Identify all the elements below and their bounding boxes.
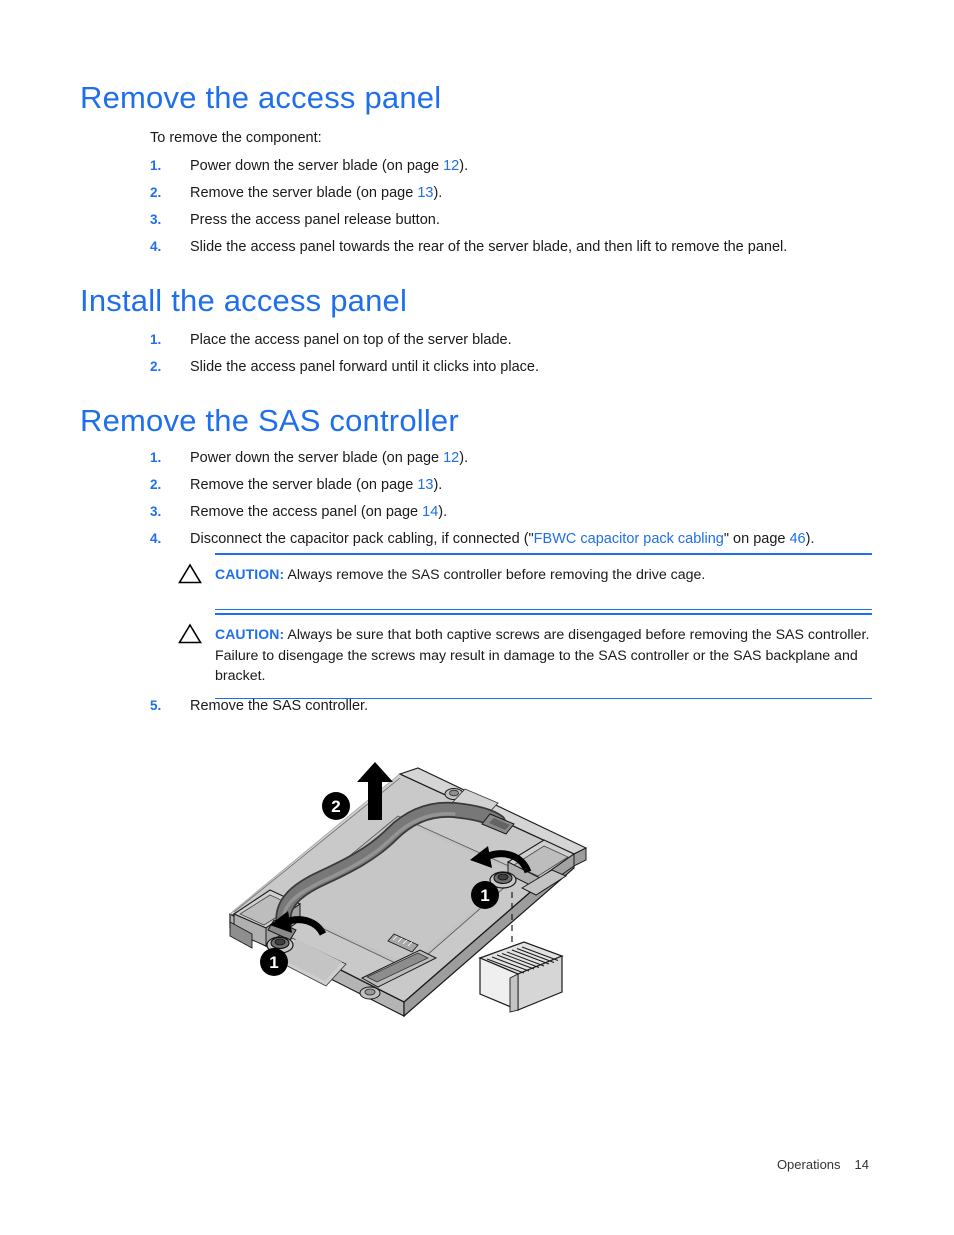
steps-remove-sas-controller: 1. Power down the server blade (on page …: [150, 448, 890, 556]
step-number: 1.: [150, 450, 162, 465]
svg-text:1: 1: [269, 953, 278, 972]
step-number: 4.: [150, 531, 162, 546]
page-title-remove-sas-controller: Remove the SAS controller: [80, 403, 459, 438]
page-reference-link[interactable]: 13: [417, 477, 433, 493]
caution-body: Always remove the SAS controller before …: [287, 567, 706, 583]
step-text-post: ).: [459, 158, 469, 174]
steps-remove-access-panel: 1. Power down the server blade (on page …: [150, 156, 890, 264]
footer-page-number: 14: [854, 1157, 869, 1172]
caution-box-1: CAUTION: Always remove the SAS controlle…: [178, 553, 872, 610]
step-text: Disconnect the capacitor pack cabling, i…: [190, 529, 890, 549]
step-text: Slide the access panel forward until it …: [190, 359, 539, 375]
step-text-pre: Remove the server blade (on page: [190, 477, 418, 493]
svg-text:2: 2: [331, 797, 340, 816]
warning-triangle-icon: [178, 563, 202, 584]
step-text-pre: Power down the server blade (on page: [190, 450, 444, 466]
step-text-post: ).: [433, 477, 443, 493]
step-text-post: ).: [459, 450, 469, 466]
caution-label: CAUTION:: [215, 566, 285, 582]
page-footer: Operations 14: [0, 1157, 954, 1172]
step-number: 2.: [150, 359, 162, 374]
step-number: 2.: [150, 185, 162, 200]
warning-triangle-icon: [178, 623, 202, 644]
caution-body: Always be sure that both captive screws …: [215, 627, 870, 684]
steps-install-access-panel: 1. Place the access panel on top of the …: [150, 330, 890, 384]
step-text-post: " on page: [723, 531, 790, 547]
step-text-pre: Remove the access panel (on page: [190, 504, 423, 520]
step-text: Remove the SAS controller.: [190, 698, 369, 714]
cross-reference-link[interactable]: FBWC capacitor pack cabling: [534, 531, 724, 547]
footer-section-label: Operations: [776, 1157, 841, 1172]
step-text-post2: ).: [805, 531, 815, 547]
step-number: 1.: [150, 332, 162, 347]
step-text: Remove the server blade (on page 13).: [190, 183, 890, 203]
list-item: 1. Place the access panel on top of the …: [150, 330, 890, 357]
intro-paragraph: To remove the component:: [150, 130, 322, 146]
document-page: Remove the access panel To remove the co…: [0, 0, 954, 1235]
step-text-pre: Remove the server blade (on page: [190, 185, 418, 201]
list-item: 2. Remove the server blade (on page 13).: [150, 183, 890, 210]
steps-remove-sas-controller-final: 5. Remove the SAS controller.: [150, 696, 890, 723]
caution-text: CAUTION: Always remove the SAS controlle…: [215, 564, 870, 586]
svg-text:1: 1: [480, 886, 489, 905]
step-text-post: ).: [433, 185, 443, 201]
list-item: 1. Power down the server blade (on page …: [150, 156, 890, 183]
step-text: Power down the server blade (on page 12)…: [190, 156, 890, 176]
page-title-install-access-panel: Install the access panel: [80, 283, 408, 318]
list-item: 2. Remove the server blade (on page 13).: [150, 475, 890, 502]
step-text: Slide the access panel towards the rear …: [190, 239, 788, 255]
step-text: Press the access panel release button.: [190, 212, 440, 228]
list-item: 1. Power down the server blade (on page …: [150, 448, 890, 475]
step-text: Remove the access panel (on page 14).: [190, 502, 890, 522]
page-reference-link[interactable]: 13: [417, 185, 433, 201]
step-text: Power down the server blade (on page 12)…: [190, 448, 890, 468]
step-text-post: ).: [438, 504, 448, 520]
divider: [215, 608, 872, 610]
page-reference-link[interactable]: 12: [443, 158, 459, 174]
step-number: 4.: [150, 239, 162, 254]
step-text-pre: Disconnect the capacitor pack cabling, i…: [190, 531, 534, 547]
step-number: 5.: [150, 698, 162, 713]
step-text: Place the access panel on top of the ser…: [190, 332, 512, 348]
step-number: 3.: [150, 504, 162, 519]
page-reference-link[interactable]: 46: [789, 531, 805, 547]
list-item: 4. Slide the access panel towards the re…: [150, 237, 890, 264]
list-item: 4. Disconnect the capacitor pack cabling…: [150, 529, 890, 556]
caution-text: CAUTION: Always be sure that both captiv…: [215, 624, 870, 687]
list-item: 5. Remove the SAS controller.: [150, 696, 890, 723]
step-text-pre: Power down the server blade (on page: [190, 158, 444, 174]
sas-controller-removal-diagram: 1 1 2: [222, 762, 592, 1024]
page-title-remove-access-panel: Remove the access panel: [80, 80, 442, 115]
step-text: Remove the server blade (on page 13).: [190, 475, 890, 495]
step-number: 3.: [150, 212, 162, 227]
step-number: 2.: [150, 477, 162, 492]
list-item: 2. Slide the access panel forward until …: [150, 357, 890, 384]
list-item: 3. Press the access panel release button…: [150, 210, 890, 237]
list-item: 3. Remove the access panel (on page 14).: [150, 502, 890, 529]
page-reference-link[interactable]: 14: [422, 504, 438, 520]
caution-label: CAUTION:: [215, 626, 285, 642]
page-reference-link[interactable]: 12: [443, 450, 459, 466]
step-number: 1.: [150, 158, 162, 173]
caution-box-2: CAUTION: Always be sure that both captiv…: [178, 613, 872, 699]
